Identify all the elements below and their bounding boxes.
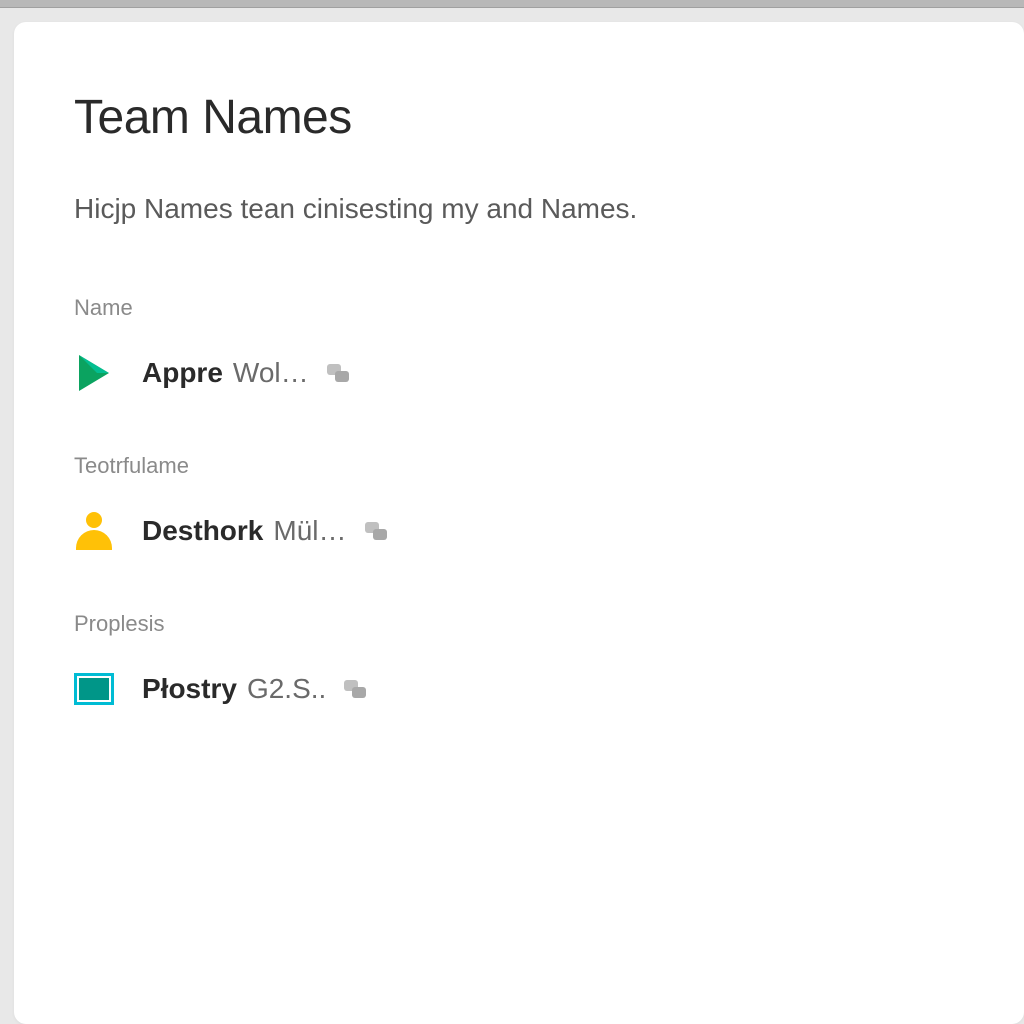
- entry-name-bold: Appre: [142, 357, 223, 389]
- window-top-bar: [0, 0, 1024, 8]
- section-label-proplesis: Proplesis: [74, 611, 964, 637]
- chat-icon[interactable]: [344, 680, 366, 698]
- chat-icon[interactable]: [365, 522, 387, 540]
- section-proplesis: Proplesis Płostry G2.S..: [74, 611, 964, 709]
- play-icon: [74, 353, 114, 393]
- entry-name-bold: Płostry: [142, 673, 237, 705]
- person-icon: [74, 511, 114, 551]
- entry-name-light: G2.S..: [247, 673, 326, 705]
- main-card: Team Names Hicjp Names tean cinisesting …: [14, 22, 1024, 1024]
- section-teotrfulame: Teotrfulame Desthork Mül…: [74, 453, 964, 551]
- entry-name-bold: Desthork: [142, 515, 263, 547]
- entry-name-light: Wol…: [233, 357, 309, 389]
- entry-text: Płostry G2.S..: [142, 673, 366, 705]
- section-label-teotrfulame: Teotrfulame: [74, 453, 964, 479]
- subtitle-text: Hicjp Names tean cinisesting my and Name…: [74, 193, 964, 225]
- list-item[interactable]: Appre Wol…: [74, 353, 964, 393]
- section-name: Name Appre Wol…: [74, 295, 964, 393]
- section-label-name: Name: [74, 295, 964, 321]
- entry-name-light: Mül…: [273, 515, 346, 547]
- list-item[interactable]: Płostry G2.S..: [74, 669, 964, 709]
- window-container: Team Names Hicjp Names tean cinisesting …: [0, 8, 1024, 1024]
- chat-icon[interactable]: [327, 364, 349, 382]
- page-title: Team Names: [74, 90, 964, 145]
- square-icon: [74, 669, 114, 709]
- entry-text: Appre Wol…: [142, 357, 349, 389]
- list-item[interactable]: Desthork Mül…: [74, 511, 964, 551]
- entry-text: Desthork Mül…: [142, 515, 387, 547]
